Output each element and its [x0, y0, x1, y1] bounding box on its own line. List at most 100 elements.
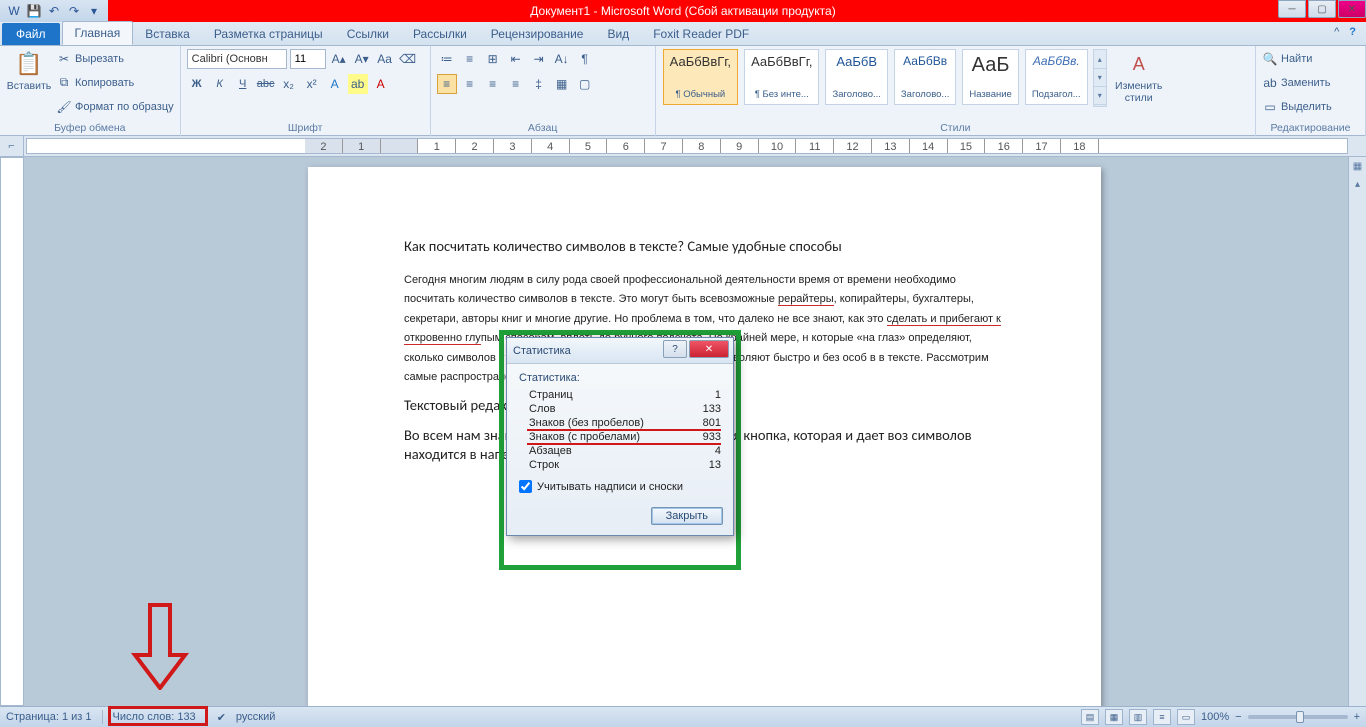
doc-title[interactable]: Как посчитать количество символов в текс…: [404, 237, 1005, 257]
titlebar: W 💾 ↶ ↷ ▾ Документ1 - Microsoft Word (Сб…: [0, 0, 1366, 22]
zoom-out-button[interactable]: −: [1235, 711, 1241, 723]
minimize-button[interactable]: ─: [1278, 0, 1306, 18]
style-title[interactable]: АаБНазвание: [962, 49, 1018, 105]
redo-icon[interactable]: ↷: [66, 3, 82, 19]
find-button[interactable]: 🔍Найти: [1262, 48, 1332, 69]
status-page[interactable]: Страница: 1 из 1: [6, 711, 92, 723]
multilevel-button[interactable]: ⊞: [483, 49, 503, 69]
undo-icon[interactable]: ↶: [46, 3, 62, 19]
text-effects-button[interactable]: A: [325, 74, 345, 94]
shrink-font-button[interactable]: A▾: [352, 49, 372, 69]
tab-view[interactable]: Вид: [595, 23, 641, 45]
dialog-titlebar[interactable]: Статистика ? ✕: [507, 338, 733, 364]
zoom-in-button[interactable]: +: [1354, 711, 1360, 723]
view-web[interactable]: ▥: [1129, 709, 1147, 725]
change-case-button[interactable]: Aa: [375, 49, 395, 69]
tab-review[interactable]: Рецензирование: [479, 23, 596, 45]
vertical-ruler[interactable]: [0, 157, 24, 706]
ruler-corner[interactable]: ⌐: [0, 136, 24, 156]
dialog-header: Статистика:: [519, 372, 721, 384]
zoom-slider[interactable]: [1248, 715, 1348, 719]
change-styles-button[interactable]: A Изменить стили: [1111, 48, 1167, 106]
view-draft[interactable]: ▭: [1177, 709, 1195, 725]
tab-file[interactable]: Файл: [2, 23, 60, 45]
style-normal[interactable]: АаБбВвГг,¶ Обычный: [663, 49, 738, 105]
show-marks-button[interactable]: ¶: [575, 49, 595, 69]
format-painter-button[interactable]: 🖌Формат по образцу: [56, 96, 174, 117]
qat-more-icon[interactable]: ▾: [86, 3, 102, 19]
decrease-indent-button[interactable]: ⇤: [506, 49, 526, 69]
replace-button[interactable]: abЗаменить: [1262, 72, 1332, 93]
stat-chars-no-spaces: Знаков (без пробелов)801: [519, 416, 721, 430]
select-button[interactable]: ▭Выделить: [1262, 96, 1332, 117]
tab-home[interactable]: Главная: [62, 21, 134, 45]
strike-button[interactable]: abc: [256, 74, 276, 94]
font-name-select[interactable]: Calibri (Основн: [187, 49, 287, 69]
dialog-help-button[interactable]: ?: [663, 340, 687, 358]
style-heading2[interactable]: АаБбВвЗаголово...: [894, 49, 956, 105]
tab-insert[interactable]: Вставка: [133, 23, 202, 45]
font-size-select[interactable]: 11: [290, 49, 326, 69]
horizontal-ruler[interactable]: 21123456789101112131415161718: [26, 138, 1348, 154]
dialog-close-button[interactable]: ✕: [689, 340, 729, 358]
style-heading1[interactable]: АаБбВЗаголово...: [825, 49, 887, 105]
line-spacing-button[interactable]: ‡: [529, 74, 549, 94]
quick-access-toolbar: W 💾 ↶ ↷ ▾: [0, 0, 108, 22]
font-color-button[interactable]: A: [371, 74, 391, 94]
copy-button[interactable]: ⧉Копировать: [56, 72, 174, 93]
ribbon-tabs: Файл Главная Вставка Разметка страницы С…: [0, 22, 1366, 46]
cut-button[interactable]: ✂Вырезать: [56, 48, 174, 69]
subscript-button[interactable]: x₂: [279, 74, 299, 94]
brush-icon: 🖌: [56, 99, 72, 115]
bold-button[interactable]: Ж: [187, 74, 207, 94]
sort-button[interactable]: A↓: [552, 49, 572, 69]
tab-foxit[interactable]: Foxit Reader PDF: [641, 23, 761, 45]
style-no-spacing[interactable]: АаБбВвГг,¶ Без инте...: [744, 49, 819, 105]
dialog-close-btn[interactable]: Закрыть: [651, 507, 723, 525]
tab-references[interactable]: Ссылки: [335, 23, 401, 45]
include-footnotes-checkbox[interactable]: Учитывать надписи и сноски: [519, 480, 721, 493]
italic-button[interactable]: К: [210, 74, 230, 94]
group-label: Абзац: [437, 120, 649, 136]
view-print-layout[interactable]: ▤: [1081, 709, 1099, 725]
clear-format-button[interactable]: ⌫: [398, 49, 418, 69]
align-right-button[interactable]: ≡: [483, 74, 503, 94]
align-center-button[interactable]: ≡: [460, 74, 480, 94]
paste-button[interactable]: 📋 Вставить: [6, 48, 52, 94]
increase-indent-button[interactable]: ⇥: [529, 49, 549, 69]
tab-layout[interactable]: Разметка страницы: [202, 23, 335, 45]
annotation-arrow: [130, 600, 190, 693]
zoom-level[interactable]: 100%: [1201, 711, 1229, 723]
view-outline[interactable]: ≡: [1153, 709, 1171, 725]
dialog-body: Статистика: Страниц1 Слов133 Знаков (без…: [507, 364, 733, 501]
help-icon[interactable]: ?: [1349, 26, 1356, 38]
superscript-button[interactable]: x²: [302, 74, 322, 94]
ribbon-minimize-icon[interactable]: ^: [1334, 26, 1339, 38]
bullets-button[interactable]: ≔: [437, 49, 457, 69]
view-full-screen[interactable]: ▦: [1105, 709, 1123, 725]
status-words[interactable]: Число слов: 133: [113, 711, 196, 723]
borders-button[interactable]: ▢: [575, 74, 595, 94]
cut-icon: ✂: [56, 51, 72, 67]
highlight-button[interactable]: ab: [348, 74, 368, 94]
group-label: Стили: [662, 120, 1249, 136]
scroll-up-icon[interactable]: ▴: [1351, 179, 1365, 193]
maximize-button[interactable]: ▢: [1308, 0, 1336, 18]
underline-button[interactable]: Ч: [233, 74, 253, 94]
tab-mailings[interactable]: Рассылки: [401, 23, 479, 45]
shading-button[interactable]: ▦: [552, 74, 572, 94]
proofing-icon[interactable]: ✔: [217, 711, 226, 724]
window-title: Документ1 - Microsoft Word (Сбой активац…: [0, 4, 1366, 18]
statusbar: Страница: 1 из 1 Число слов: 133 ✔ русск…: [0, 706, 1366, 727]
save-icon[interactable]: 💾: [26, 3, 42, 19]
numbering-button[interactable]: ≡: [460, 49, 480, 69]
style-subtitle[interactable]: АаБбВв.Подзагол...: [1025, 49, 1088, 105]
justify-button[interactable]: ≡: [506, 74, 526, 94]
ruler-toggle-icon[interactable]: ▦: [1351, 161, 1365, 175]
stat-pages: Страниц1: [519, 388, 721, 402]
align-left-button[interactable]: ≡: [437, 74, 457, 94]
status-language[interactable]: русский: [236, 711, 275, 723]
styles-scroll[interactable]: ▴▾▾: [1093, 49, 1107, 107]
close-button[interactable]: ✕: [1338, 0, 1366, 18]
grow-font-button[interactable]: A▴: [329, 49, 349, 69]
